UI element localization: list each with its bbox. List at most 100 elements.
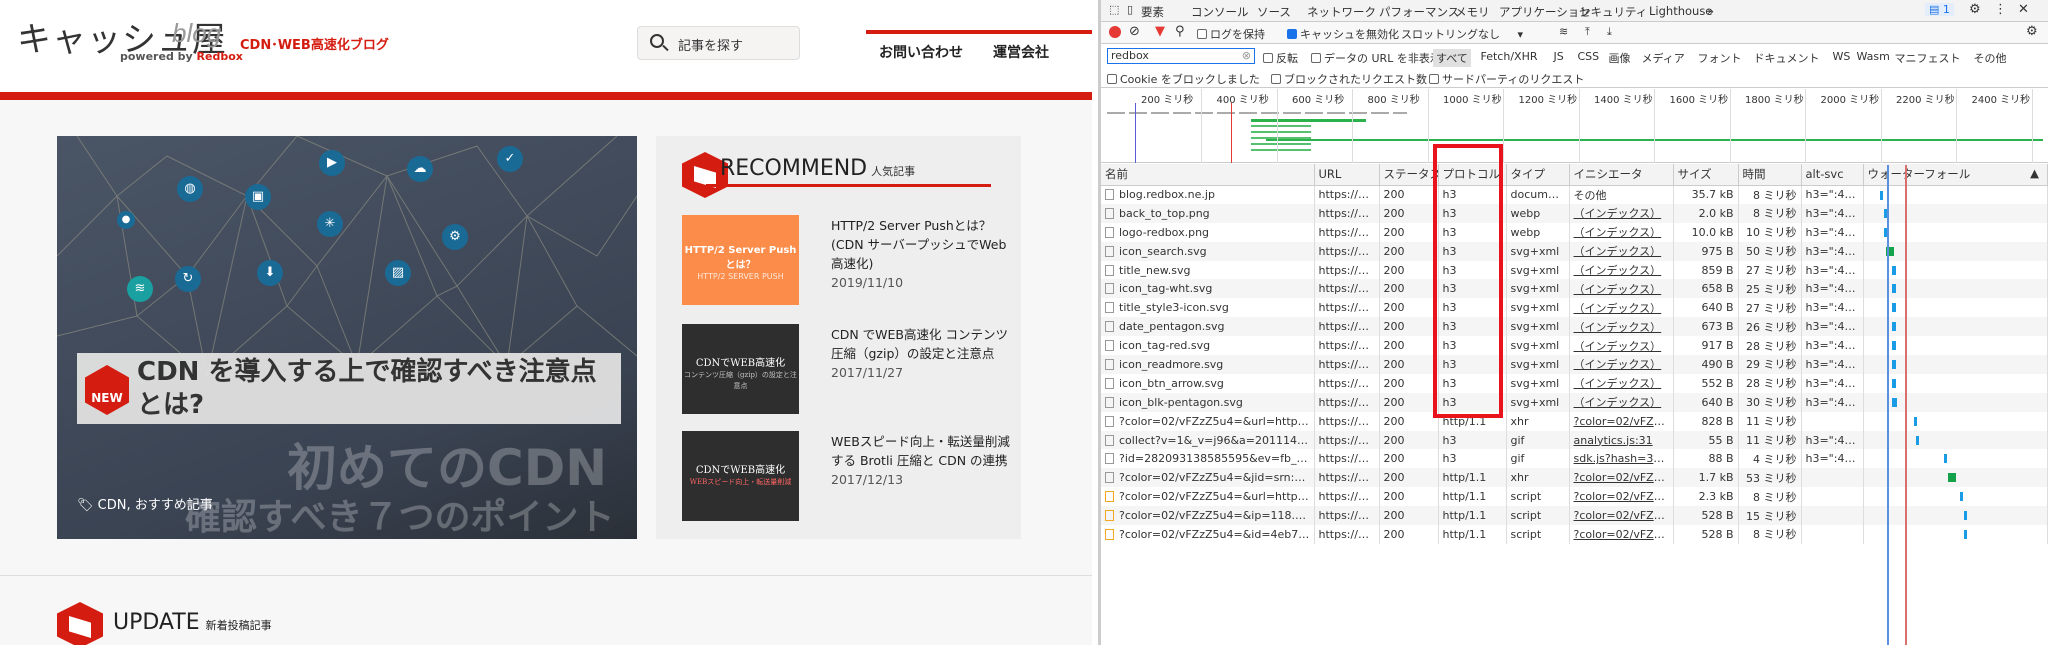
filter-type-4[interactable]: 画像: [1606, 49, 1634, 67]
request-initiator[interactable]: sdk.js?hash=37e66...: [1569, 449, 1674, 469]
request-initiator[interactable]: （インデックス）: [1569, 279, 1674, 299]
recommend-item-title[interactable]: CDN でWEB高速化 コンテンツ圧縮（gzip）の設定と注意点: [831, 327, 1008, 361]
preserve-log-checkbox[interactable]: ログを保持: [1197, 26, 1265, 42]
request-initiator[interactable]: （インデックス）: [1569, 241, 1674, 261]
filter-type-2[interactable]: JS: [1551, 49, 1567, 64]
filter-type-11[interactable]: その他: [1971, 49, 2010, 67]
request-initiator[interactable]: （インデックス）: [1569, 203, 1674, 223]
request-initiator[interactable]: （インデックス）: [1569, 317, 1674, 337]
clear-icon[interactable]: ⊘: [1129, 24, 1140, 39]
more-menu-icon[interactable]: ⋮: [1994, 2, 2007, 17]
request-initiator[interactable]: ?color=02/vFZzZ5...: [1569, 506, 1674, 526]
tab-8[interactable]: Lighthouse: [1649, 4, 1712, 18]
request-initiator[interactable]: （インデックス）: [1569, 373, 1674, 393]
request-initiator[interactable]: （インデックス）: [1569, 392, 1674, 412]
filter-type-6[interactable]: フォント: [1695, 49, 1745, 67]
export-har-icon[interactable]: ⤓: [1607, 25, 1612, 39]
nav-company[interactable]: 運営会社: [993, 42, 1049, 62]
checkbox[interactable]: [1197, 29, 1207, 39]
request-initiator[interactable]: ?color=02/vFZzZ5...: [1569, 411, 1674, 431]
tab-4[interactable]: パフォーマンス: [1379, 4, 1459, 20]
checkbox[interactable]: [1311, 53, 1321, 63]
request-initiator[interactable]: （インデックス）: [1569, 260, 1674, 280]
column-header-7[interactable]: 時間: [1738, 164, 1802, 186]
clear-filter-icon[interactable]: ⊗: [1242, 49, 1251, 62]
recommend-item-3[interactable]: WEBスピード向上・転送量削減する Brotli 圧縮と CDN の連携 2017…: [831, 432, 1011, 489]
tab-6[interactable]: アプリケーション: [1499, 4, 1591, 20]
featured-article[interactable]: ◍ ▣ ▶ ☁ ✓ ✳ ⚙ ● ≋ ↻ ⬇ ▨ NEW CDN を導入する上で確…: [57, 136, 637, 539]
recommend-thumb-1[interactable]: HTTP/2 Server Pushとは？ HTTP/2 SERVER PUSH: [682, 215, 799, 305]
filter-type-10[interactable]: マニフェスト: [1892, 49, 1964, 67]
search-input[interactable]: 記事を探す: [637, 26, 800, 60]
record-icon[interactable]: [1109, 26, 1121, 38]
blocked-requests-checkbox[interactable]: ブロックされたリクエスト数: [1271, 71, 1427, 87]
settings-icon[interactable]: ⚙: [1969, 2, 1981, 17]
request-status: 200: [1379, 487, 1439, 507]
checkbox[interactable]: [1429, 74, 1439, 84]
request-initiator[interactable]: （インデックス）: [1569, 222, 1674, 242]
recommend-item-2[interactable]: CDN でWEB高速化 コンテンツ圧縮（gzip）の設定と注意点 2017/11/…: [831, 325, 1011, 382]
disable-cache-checkbox[interactable]: キャッシュを無効化: [1287, 26, 1399, 42]
checkbox[interactable]: [1263, 53, 1273, 63]
request-initiator[interactable]: （インデックス）: [1569, 336, 1674, 356]
featured-title[interactable]: CDN を導入する上で確認すべき注意点とは?: [137, 356, 617, 422]
network-settings-icon[interactable]: ⚙: [2026, 24, 2038, 39]
column-header-4[interactable]: タイプ: [1506, 164, 1570, 186]
search-icon[interactable]: ⚲: [1175, 24, 1185, 39]
checkbox[interactable]: [1287, 29, 1297, 39]
nav-contact[interactable]: お問い合わせ: [879, 42, 963, 62]
column-header-0[interactable]: 名前: [1101, 164, 1315, 186]
cell-text: h3=":443"...: [1805, 452, 1863, 466]
tag-list[interactable]: CDN, おすすめ記事: [98, 498, 213, 513]
filter-type-8[interactable]: WS: [1830, 49, 1854, 64]
blocked-cookies-checkbox[interactable]: Cookie をブロックしました: [1107, 71, 1260, 87]
cell-text: http/1.1: [1442, 490, 1487, 504]
recommend-item-title[interactable]: HTTP/2 Server Pushとは？(CDN サーバープッシュでWeb高速…: [831, 218, 1006, 271]
checkbox[interactable]: [1271, 74, 1281, 84]
issues-badge[interactable]: ▤ 1: [1925, 3, 1954, 16]
import-har-icon[interactable]: ⤒: [1585, 25, 1590, 39]
inspect-icon[interactable]: ⬚: [1109, 3, 1119, 16]
column-header-6[interactable]: サイズ: [1673, 164, 1739, 186]
column-header-1[interactable]: URL: [1314, 164, 1380, 186]
recommend-item-1[interactable]: HTTP/2 Server Pushとは？(CDN サーバープッシュでWeb高速…: [831, 216, 1011, 292]
third-party-checkbox[interactable]: サードパーティのリクエスト: [1429, 71, 1584, 87]
request-initiator[interactable]: （インデックス）: [1569, 355, 1674, 374]
filter-type-1[interactable]: Fetch/XHR: [1478, 49, 1541, 64]
tab-5[interactable]: メモリ: [1455, 4, 1490, 20]
invert-checkbox[interactable]: 反転: [1263, 50, 1298, 66]
network-overview[interactable]: 200 ミリ秒 400 ミリ秒 600 ミリ秒 800 ミリ秒 1000 ミリ秒 1200…: [1101, 89, 2048, 163]
featured-tags[interactable]: 🏷 CDN, おすすめ記事: [77, 494, 213, 513]
filter-input[interactable]: redbox ⊗: [1107, 48, 1255, 64]
hide-data-urls-checkbox[interactable]: データの URL を非表示: [1311, 50, 1441, 66]
request-initiator[interactable]: ?color=02/vFZzZ5...: [1569, 487, 1674, 507]
request-initiator[interactable]: ?color=02/vFZzZ5...: [1569, 468, 1674, 488]
column-header-8[interactable]: alt-svc: [1801, 164, 1864, 186]
request-initiator[interactable]: ?color=02/vFZzZ5...: [1569, 525, 1674, 544]
column-header-2[interactable]: ステータス: [1379, 164, 1439, 186]
recommend-thumb-2[interactable]: CDNでWEB高速化 コンテンツ圧縮（gzip）の設定と注意点: [682, 324, 799, 414]
recommend-thumb-3[interactable]: CDNでWEB高速化 WEBスピード向上・転送量削減: [682, 431, 799, 521]
tab-2[interactable]: ソース: [1257, 4, 1291, 20]
sort-asc-icon[interactable]: ▲: [2030, 166, 2039, 180]
filter-icon[interactable]: ▼: [1155, 24, 1165, 39]
network-conditions-icon[interactable]: ≋: [1559, 25, 1568, 38]
column-header-9[interactable]: ウォーターフォール ▲: [1863, 164, 2048, 186]
request-initiator[interactable]: analytics.js:31: [1569, 430, 1674, 450]
tab-0[interactable]: 要素: [1141, 4, 1164, 20]
filter-type-0[interactable]: すべて: [1433, 49, 1471, 67]
tab-9[interactable]: »: [1707, 4, 1714, 18]
tab-7[interactable]: セキュリティ: [1579, 4, 1647, 20]
throttling-select[interactable]: スロットリングなし ▾: [1401, 26, 1523, 42]
filter-type-3[interactable]: CSS: [1575, 49, 1603, 64]
tab-1[interactable]: コンソール: [1191, 4, 1249, 20]
filter-type-9[interactable]: Wasm: [1854, 49, 1893, 64]
device-toolbar-icon[interactable]: ▯: [1127, 3, 1133, 16]
column-header-5[interactable]: イニシエータ: [1569, 164, 1674, 186]
checkbox[interactable]: [1107, 74, 1117, 84]
filter-type-5[interactable]: メディア: [1639, 49, 1688, 67]
recommend-item-title[interactable]: WEBスピード向上・転送量削減する Brotli 圧縮と CDN の連携: [831, 434, 1010, 468]
close-icon[interactable]: ✕: [2018, 2, 2029, 17]
request-initiator[interactable]: （インデックス）: [1569, 298, 1674, 318]
filter-type-7[interactable]: ドキュメント: [1751, 49, 1823, 67]
